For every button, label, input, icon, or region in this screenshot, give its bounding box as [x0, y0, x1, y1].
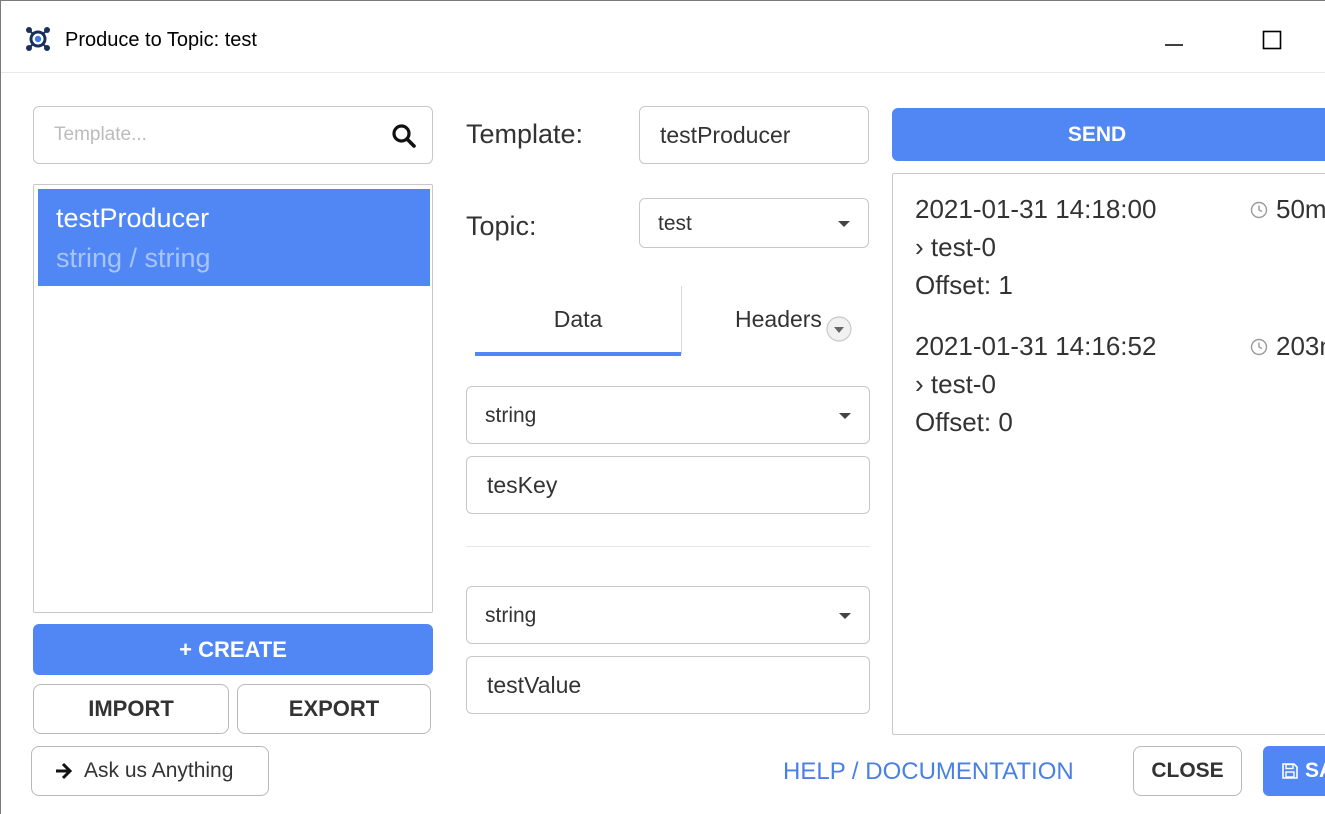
template-item-name: testProducer — [56, 203, 210, 233]
topic-select[interactable]: test — [639, 198, 869, 248]
create-button[interactable]: + CREATE — [33, 624, 433, 675]
minimize-button[interactable] — [1151, 17, 1197, 63]
tab-active-indicator — [475, 352, 681, 356]
chevron-right-icon: › — [915, 369, 931, 399]
ask-us-anything-label: Ask us Anything — [84, 759, 234, 782]
window-title: Produce to Topic: test — [65, 29, 257, 51]
chevron-down-icon — [839, 413, 851, 419]
template-list: testProducer string / string — [33, 184, 433, 613]
clock-icon — [1250, 338, 1268, 355]
help-documentation-link[interactable]: HELP / DOCUMENTATION — [783, 758, 1074, 786]
maximize-icon — [1262, 30, 1282, 50]
template-item-testproducer[interactable]: testProducer string / string — [38, 189, 430, 286]
tab-data-label: Data — [553, 306, 603, 332]
result-timestamp: 2021-01-31 14:16:52 — [915, 331, 1157, 361]
chevron-right-icon: › — [915, 232, 931, 262]
tab-headers[interactable]: Headers — [697, 286, 821, 352]
value-type-select[interactable]: string — [466, 586, 870, 644]
value-type-value: string — [485, 604, 537, 627]
result-partition-value: test-0 — [930, 232, 996, 262]
result-duration: 203ms — [1250, 331, 1325, 362]
template-search-input[interactable] — [34, 107, 432, 163]
result-offset: Offset: 0 — [915, 407, 1013, 437]
kafka-icon — [26, 27, 50, 51]
import-button[interactable]: IMPORT — [33, 684, 229, 734]
template-search-box — [33, 106, 433, 164]
arrow-right-icon — [56, 762, 73, 780]
result-partition-value: test-0 — [930, 369, 996, 399]
save-button-label: SAVE — [1305, 759, 1325, 782]
key-type-select[interactable]: string — [466, 386, 870, 444]
close-button[interactable]: CLOSE — [1133, 746, 1242, 796]
produce-dialog: Produce to Topic: test testProducer stri… — [0, 0, 1325, 814]
maximize-button[interactable] — [1249, 17, 1295, 63]
minimize-icon — [1165, 44, 1183, 46]
result-offset: Offset: 1 — [915, 270, 1013, 300]
save-icon — [1282, 763, 1298, 779]
key-input[interactable] — [467, 457, 869, 513]
key-input-box — [466, 456, 870, 514]
tab-overflow-chevron-icon[interactable] — [825, 315, 853, 343]
value-input-box — [466, 656, 870, 714]
save-button[interactable]: SAVE — [1263, 746, 1325, 796]
result-partition: › test-0 — [915, 369, 996, 400]
tab-headers-label: Headers — [735, 306, 821, 332]
chevron-down-icon — [839, 613, 851, 619]
send-results-list: 2021-01-31 14:18:00 50ms › test-0 Offset… — [892, 173, 1325, 735]
template-name-box — [639, 106, 869, 164]
template-label: Template: — [466, 119, 584, 149]
template-name-input[interactable] — [640, 107, 868, 163]
result-duration-value: 203ms — [1276, 331, 1325, 361]
tab-data[interactable]: Data — [475, 286, 681, 356]
result-duration: 50ms — [1250, 194, 1325, 225]
value-input[interactable] — [467, 657, 869, 713]
send-button[interactable]: SEND — [892, 108, 1325, 161]
chevron-down-icon — [838, 221, 850, 227]
tab-divider — [681, 286, 682, 354]
ask-us-anything-button[interactable]: Ask us Anything — [31, 746, 269, 796]
result-partition: › test-0 — [915, 232, 996, 263]
title-bar: Produce to Topic: test — [1, 1, 1325, 73]
export-button[interactable]: EXPORT — [237, 684, 431, 734]
template-item-types: string / string — [56, 243, 211, 273]
key-type-value: string — [485, 404, 537, 427]
result-timestamp: 2021-01-31 14:18:00 — [915, 194, 1157, 224]
result-duration-value: 50ms — [1276, 194, 1325, 224]
clock-icon — [1250, 201, 1268, 218]
topic-label: Topic: — [466, 211, 537, 241]
search-icon[interactable] — [390, 122, 418, 150]
key-value-divider — [466, 546, 870, 547]
topic-select-value: test — [658, 212, 692, 235]
